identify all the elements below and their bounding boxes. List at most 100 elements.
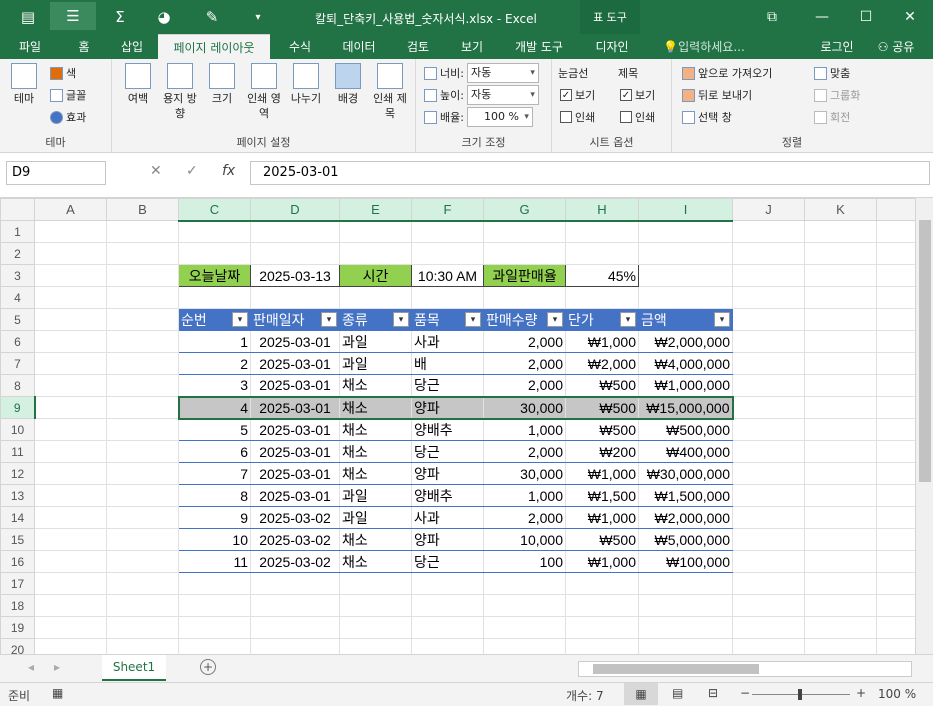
zoom-in-icon[interactable]: +: [856, 686, 866, 700]
table-cell[interactable]: 1,000: [483, 418, 566, 441]
table-cell[interactable]: 당근: [411, 550, 484, 573]
cell[interactable]: [411, 220, 484, 243]
table-cell[interactable]: 1,000: [483, 484, 566, 507]
cell[interactable]: [732, 374, 805, 397]
cell[interactable]: [106, 440, 179, 463]
cell[interactable]: [250, 594, 340, 617]
tab-home[interactable]: 홈: [64, 34, 104, 59]
cell[interactable]: [804, 418, 877, 441]
cell[interactable]: [106, 264, 179, 287]
background-button[interactable]: 배경: [330, 63, 366, 106]
cell[interactable]: [34, 220, 107, 243]
cell[interactable]: [732, 594, 805, 617]
filter-dropdown-icon[interactable]: ▾: [620, 312, 636, 327]
cell[interactable]: [638, 638, 733, 654]
cell[interactable]: [804, 352, 877, 375]
column-header[interactable]: H: [565, 198, 639, 222]
cell[interactable]: [106, 550, 179, 573]
table-cell[interactable]: 당근: [411, 440, 484, 463]
cell[interactable]: [638, 220, 733, 243]
table-cell[interactable]: ₩30,000,000: [638, 462, 733, 485]
tab-data[interactable]: 데이터: [334, 34, 384, 59]
summary-fruit-val[interactable]: 45%: [565, 264, 639, 287]
table-header-cell[interactable]: 판매일자 ▾: [250, 308, 340, 331]
cell[interactable]: [250, 638, 340, 654]
cell[interactable]: [876, 572, 917, 595]
table-cell[interactable]: 2,000: [483, 374, 566, 397]
cell[interactable]: [732, 264, 805, 287]
close-icon[interactable]: ✕: [896, 6, 924, 28]
cell[interactable]: [732, 352, 805, 375]
tab-page-layout[interactable]: 페이지 레이아웃: [158, 34, 270, 59]
table-header-cell[interactable]: 단가 ▾: [565, 308, 639, 331]
table-cell[interactable]: 2025-03-01: [250, 330, 340, 353]
cell[interactable]: [565, 638, 639, 654]
row-header[interactable]: 8: [0, 374, 35, 397]
cell[interactable]: [483, 572, 566, 595]
cell[interactable]: [106, 418, 179, 441]
row-header[interactable]: 19: [0, 616, 35, 639]
cell[interactable]: [732, 638, 805, 654]
table-cell[interactable]: ₩500: [565, 418, 639, 441]
tab-formulas[interactable]: 수식: [278, 34, 322, 59]
cell[interactable]: [483, 220, 566, 243]
cell[interactable]: [732, 220, 805, 243]
cell[interactable]: [804, 550, 877, 573]
column-header[interactable]: B: [106, 198, 179, 221]
cell[interactable]: [483, 616, 566, 639]
table-cell[interactable]: ₩15,000,000: [638, 395, 734, 420]
table-cell[interactable]: 100: [483, 550, 566, 573]
table-cell[interactable]: 2025-03-01: [250, 418, 340, 441]
table-cell[interactable]: 당근: [411, 374, 484, 397]
table-cell[interactable]: ₩1,000: [565, 462, 639, 485]
cell[interactable]: [34, 528, 107, 551]
cell[interactable]: [178, 242, 251, 265]
cell[interactable]: [804, 264, 877, 287]
filter-dropdown-icon[interactable]: ▾: [547, 312, 563, 327]
cell[interactable]: [804, 506, 877, 529]
align-button[interactable]: 맞춤: [814, 65, 850, 81]
vertical-scrollbar[interactable]: [915, 198, 933, 654]
page-layout-view-icon[interactable]: ▤: [672, 686, 683, 700]
cell[interactable]: [804, 242, 877, 265]
cell[interactable]: [732, 286, 805, 309]
format-painter-icon[interactable]: ✎: [200, 6, 224, 28]
prev-sheet-icon[interactable]: ◂: [28, 660, 34, 674]
cell[interactable]: [34, 308, 107, 331]
table-cell[interactable]: 사과: [411, 330, 484, 353]
filter-dropdown-icon[interactable]: ▾: [393, 312, 409, 327]
table-cell[interactable]: ₩4,000,000: [638, 352, 733, 375]
table-cell[interactable]: 10,000: [483, 528, 566, 551]
cell[interactable]: [876, 550, 917, 573]
cell[interactable]: [804, 616, 877, 639]
table-cell[interactable]: 채소: [339, 395, 412, 420]
cell[interactable]: [804, 572, 877, 595]
tab-view[interactable]: 보기: [452, 34, 492, 59]
table-cell[interactable]: 채소: [339, 418, 412, 441]
cell[interactable]: [876, 286, 917, 309]
cell[interactable]: [411, 242, 484, 265]
tab-insert[interactable]: 삽입: [110, 34, 154, 59]
table-cell[interactable]: ₩100,000: [638, 550, 733, 573]
form-icon[interactable]: ☰: [50, 2, 96, 30]
table-cell[interactable]: 과일: [339, 330, 412, 353]
row-header[interactable]: 15: [0, 528, 35, 551]
table-cell[interactable]: 2: [178, 352, 251, 375]
cell[interactable]: [250, 242, 340, 265]
row-header[interactable]: 14: [0, 506, 35, 529]
cell[interactable]: [638, 594, 733, 617]
cell[interactable]: [876, 264, 917, 287]
table-cell[interactable]: 2,000: [483, 506, 566, 529]
table-cell[interactable]: 양배추: [411, 484, 484, 507]
table-cell[interactable]: 2,000: [483, 352, 566, 375]
cell[interactable]: [876, 484, 917, 507]
cell[interactable]: [804, 440, 877, 463]
table-cell[interactable]: 양파: [411, 528, 484, 551]
width-dropdown[interactable]: 자동: [466, 63, 539, 83]
table-cell[interactable]: ₩2,000,000: [638, 330, 733, 353]
cell[interactable]: [565, 242, 639, 265]
table-cell[interactable]: ₩500: [565, 374, 639, 397]
height-dropdown[interactable]: 자동: [466, 85, 539, 105]
headings-view-checkbox[interactable]: ✓ 보기: [620, 87, 655, 103]
table-cell[interactable]: ₩500: [565, 395, 639, 420]
